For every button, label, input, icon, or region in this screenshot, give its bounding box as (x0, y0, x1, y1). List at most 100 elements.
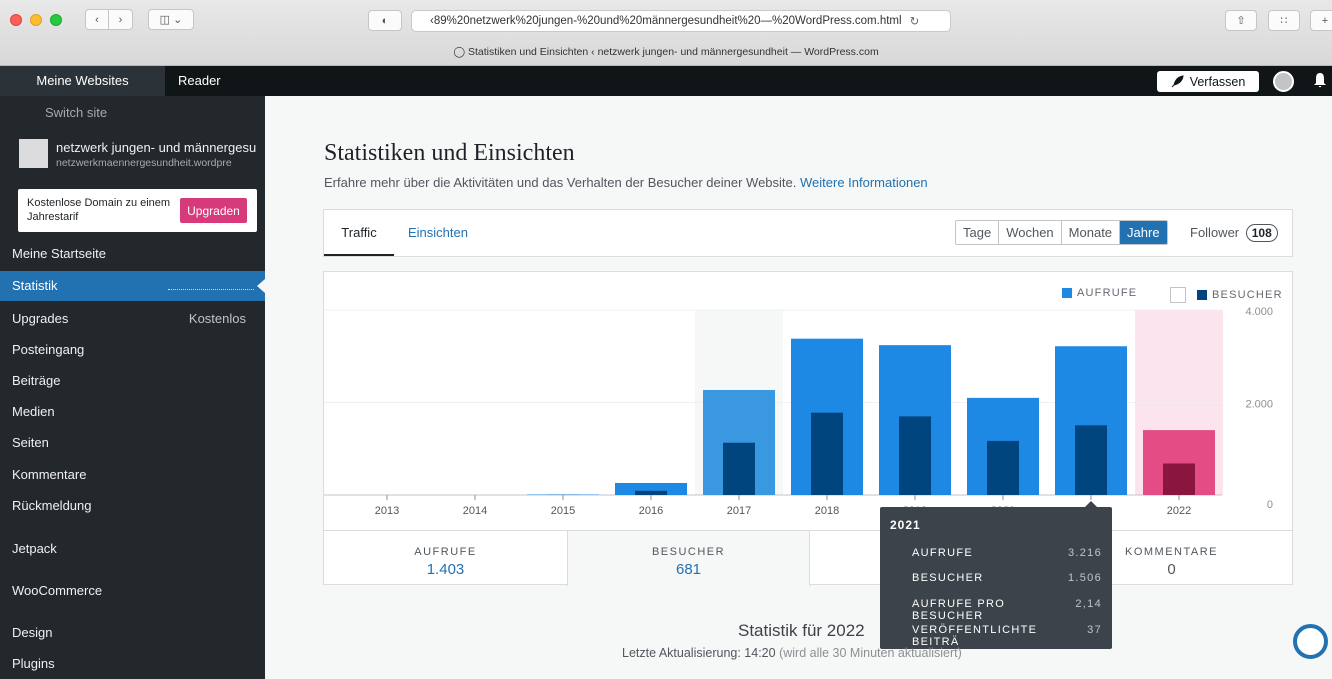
period-years[interactable]: Jahre (1120, 221, 1167, 244)
tooltip-value: 3.216 (1067, 547, 1102, 559)
sidebar-item-upgrades[interactable]: Upgrades Kostenlos (0, 304, 265, 334)
period-selector: Tage Wochen Monate Jahre (955, 220, 1168, 245)
stat-label: BESUCHER (651, 546, 726, 558)
current-site[interactable]: netzwerk jungen- und männergesu netzwerk… (19, 139, 265, 171)
chevron-right-icon: › (118, 13, 123, 26)
sidebar-item-home[interactable]: Meine Startseite (0, 239, 265, 269)
bar-visitors (811, 412, 843, 495)
x-tick-label: 2022 (1167, 505, 1191, 517)
my-sites-link[interactable]: Meine Websites (0, 66, 165, 96)
tooltip-label: AUFRUFE (912, 547, 974, 559)
sidebar-item-woocommerce[interactable]: WooCommerce (0, 576, 265, 606)
shield-icon: ◐ (381, 14, 389, 27)
x-tick-label: 2015 (551, 505, 575, 517)
sidebar-item-pages[interactable]: Seiten (0, 428, 265, 458)
stats-tabs: Traffic Einsichten Tage Wochen Monate Ja… (323, 209, 1293, 257)
sidebar-item-media[interactable]: Medien (0, 397, 265, 427)
bar-visitors (723, 442, 755, 495)
period-months[interactable]: Monate (1062, 221, 1121, 244)
tooltip-title: 2021 (890, 518, 921, 532)
feather-icon (1171, 75, 1184, 88)
new-tab-button[interactable]: + (1310, 10, 1332, 31)
stat-value: 1.403 (426, 561, 465, 578)
help-chat-icon[interactable] (1293, 624, 1328, 659)
write-button[interactable]: Verfassen (1157, 71, 1259, 92)
sidebar-item-feedback[interactable]: Rückmeldung (0, 491, 265, 521)
plan-badge: Kostenlos (188, 311, 246, 326)
stat-views[interactable]: AUFRUFE 1.403 (324, 531, 567, 586)
sidebar-item-design[interactable]: Design (0, 618, 265, 648)
reload-icon[interactable]: ↻ (910, 14, 920, 28)
tooltip-label: AUFRUFE PRO BESUCHER (912, 598, 1006, 622)
sidebar-item-label: Upgrades (12, 311, 69, 326)
stats-summary-row: AUFRUFE 1.403 BESUCHER 681 KOMMENTARE 0 (324, 530, 1292, 586)
sidebar-item-label: Statistik (12, 278, 58, 293)
share-icon: ⇧ (1236, 15, 1246, 27)
sidebar-item-plugins[interactable]: Plugins (0, 649, 265, 679)
x-tick-label: 2016 (639, 505, 663, 517)
sidebar-item-comments[interactable]: Kommentare (0, 460, 265, 490)
minimize-window-button[interactable] (30, 14, 42, 26)
compass-icon: ◯ (453, 46, 466, 58)
follower-link[interactable]: Follower 108 (1190, 220, 1278, 245)
period-days[interactable]: Tage (956, 221, 1000, 244)
site-url: netzwerkmaennergesundheit.wordpre (56, 157, 232, 169)
period-weeks[interactable]: Wochen (999, 221, 1062, 244)
sidebar-icon: ◫ ⌄ (159, 14, 183, 26)
window-title-text: Statistiken und Einsichten ‹ netzwerk ju… (468, 46, 879, 58)
x-tick-label: 2014 (463, 505, 487, 517)
tab-traffic[interactable]: Traffic (324, 210, 394, 256)
site-name: netzwerk jungen- und männergesu (56, 140, 257, 155)
tooltip-label: VERÖFFENTLICHTE BEITRÄ (912, 624, 1038, 648)
write-label: Verfassen (1189, 74, 1246, 89)
y-tick-label: 4.000 (1245, 306, 1273, 318)
privacy-report-button[interactable]: ◐ (368, 10, 402, 31)
history-nav: ‹ › ◫ ⌄ (85, 9, 194, 30)
bar-visitors (635, 490, 667, 495)
chevron-left-icon: ‹ (95, 13, 99, 26)
last-updated-note: (wird alle 30 Minuten aktualisiert) (779, 646, 962, 660)
sidebar-toggle-button[interactable]: ◫ ⌄ (148, 9, 194, 30)
promo-text: Kostenlose Domain zu einem Jahrestarif (27, 197, 171, 223)
x-tick-label: 2013 (375, 505, 399, 517)
stat-label: AUFRUFE (414, 546, 477, 558)
x-tick-label: 2017 (727, 505, 751, 517)
switch-site-link[interactable]: Switch site (45, 105, 107, 120)
sidebar-item-inbox[interactable]: Posteingang (0, 335, 265, 365)
bar-visitors (1075, 425, 1107, 495)
last-updated-time: Letzte Aktualisierung: 14:20 (622, 646, 776, 660)
window-controls (10, 14, 62, 26)
back-button[interactable]: ‹ (85, 9, 109, 30)
stats-sparkline (168, 284, 254, 290)
forward-button[interactable]: › (109, 9, 133, 30)
y-tick-label: 0 (1267, 499, 1273, 511)
site-icon (19, 139, 48, 168)
address-bar[interactable]: ‹89%20netzwerk%20jungen-%20und%20männerg… (411, 10, 951, 32)
tab-overview-button[interactable]: ∷ (1268, 10, 1300, 31)
share-button[interactable]: ⇧ (1225, 10, 1257, 31)
subtitle-text: Erfahre mehr über die Aktivitäten und da… (324, 175, 797, 190)
reader-link[interactable]: Reader (178, 66, 221, 96)
sidebar-item-stats[interactable]: Statistik (0, 271, 265, 301)
tooltip-label: BESUCHER (912, 572, 984, 584)
plus-icon: + (1321, 14, 1329, 27)
tooltip-row: AUFRUFE 3.216 (912, 547, 1102, 559)
tooltip-value: 1.506 (1067, 572, 1102, 584)
chart-panel: AUFRUFE BESUCHER 0 2.000 4.000 2013 2014 2015… (323, 271, 1293, 586)
tab-insights[interactable]: Einsichten (408, 210, 468, 256)
bar-visitors (1163, 463, 1195, 495)
tooltip-value: 2,14 (1075, 598, 1102, 610)
more-info-link[interactable]: Weitere Informationen (800, 175, 928, 190)
sidebar-item-posts[interactable]: Beiträge (0, 366, 265, 396)
bell-icon[interactable] (1313, 72, 1327, 88)
browser-chrome: ‹ › ◫ ⌄ ◐ ‹89%20netzwerk%20jungen-%20und… (0, 0, 1332, 66)
zoom-window-button[interactable] (50, 14, 62, 26)
stat-visitors[interactable]: BESUCHER 681 (567, 531, 810, 586)
y-tick-label: 2.000 (1245, 399, 1273, 411)
avatar[interactable] (1273, 71, 1294, 92)
upgrade-button[interactable]: Upgraden (180, 198, 247, 223)
close-window-button[interactable] (10, 14, 22, 26)
tooltip-row: AUFRUFE PRO BESUCHER 2,14 (912, 598, 1102, 622)
sidebar-item-jetpack[interactable]: Jetpack (0, 534, 265, 564)
active-indicator (257, 279, 265, 293)
